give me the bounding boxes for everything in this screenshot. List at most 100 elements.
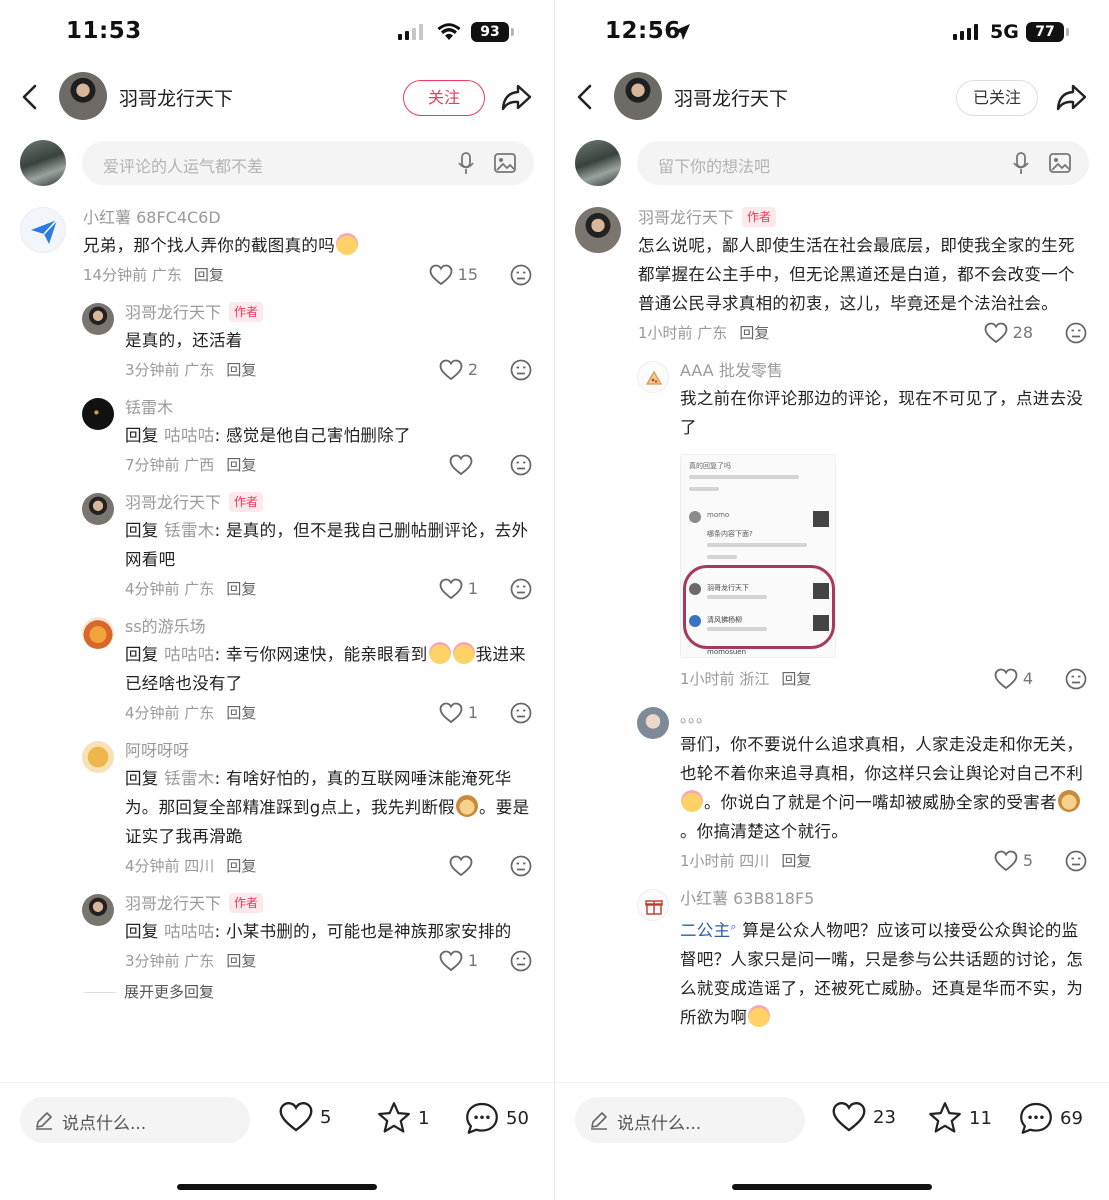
reply-button[interactable]: 回复 <box>226 704 256 722</box>
dislike-icon[interactable] <box>510 264 532 286</box>
reply-button[interactable]: 回复 <box>226 456 256 474</box>
like-button[interactable]: 15 <box>429 264 478 286</box>
dislike-icon[interactable] <box>510 578 532 600</box>
image-icon[interactable] <box>494 153 516 173</box>
commenter-avatar[interactable] <box>82 303 114 335</box>
dislike-icon[interactable] <box>510 702 532 724</box>
reply-item: ss的游乐场 回复 咕咕咕: 幸亏你网速快，能亲眼看到 我进来已经啥也没有了 4分… <box>0 614 554 728</box>
commenter-name[interactable]: 铥雷木 <box>125 395 532 421</box>
author-tag: 作者 <box>742 207 777 227</box>
author-avatar[interactable] <box>614 72 662 120</box>
dislike-icon[interactable] <box>510 359 532 381</box>
comment-input[interactable]: 爱评论的人运气都不差 <box>82 141 534 185</box>
commenter-name[interactable]: 小红薯 63B818F5 <box>680 886 1087 912</box>
reply-button[interactable]: 回复 <box>739 324 769 342</box>
like-button[interactable]: 2 <box>439 359 478 381</box>
comment-image[interactable]: 真的回复了吗 momo 哪条内容下面? 羽哥龙行天下 清风拂杨柳 momosue… <box>680 454 836 658</box>
like-count: 2 <box>467 360 478 379</box>
dislike-icon[interactable] <box>1065 668 1087 690</box>
monkey-emoji-icon <box>455 795 478 817</box>
dislike-icon[interactable] <box>1065 850 1087 872</box>
dislike-icon[interactable] <box>510 855 532 877</box>
home-indicator[interactable] <box>177 1184 377 1190</box>
comment-time: 14分钟前 广东 <box>83 266 182 284</box>
like-button[interactable]: 28 <box>984 322 1033 344</box>
comment-time: 4分钟前 广东 <box>125 580 215 598</box>
my-avatar <box>575 140 621 186</box>
reply-button[interactable]: 回复 <box>226 580 256 598</box>
dislike-icon[interactable] <box>1065 322 1087 344</box>
like-button[interactable]: 5 <box>994 850 1033 872</box>
comment-meta: 4分钟前 广东 回复 1 <box>125 698 532 728</box>
like-button[interactable] <box>449 855 478 877</box>
commenter-avatar[interactable] <box>637 707 669 739</box>
comment-bar: 爱评论的人运气都不差 <box>0 140 554 188</box>
share-icon[interactable] <box>500 82 532 112</box>
commenter-name[interactable]: 阿呀呀呀 <box>125 738 532 764</box>
author-name[interactable]: 羽哥龙行天下 <box>674 84 788 111</box>
mic-icon[interactable] <box>458 152 474 176</box>
commenter-name[interactable]: AAA 批发零售 <box>680 358 1087 384</box>
collect-button[interactable]: 1 <box>376 1101 429 1135</box>
comment-input[interactable]: 留下你的想法吧 <box>637 141 1089 185</box>
mic-icon[interactable] <box>1013 152 1029 176</box>
reply-button[interactable]: 回复 <box>781 852 811 870</box>
expand-more-replies[interactable]: 展开更多回复 <box>0 978 554 1006</box>
topic-link[interactable]: 二公主 <box>680 921 730 940</box>
reply-item: 小红薯 63B818F5 二公主⌕ 算是公众人物吧？应该可以接受公众舆论的监督吧… <box>555 886 1109 1032</box>
mention-link[interactable]: 咕咕咕 <box>164 922 214 941</box>
mention-link[interactable]: 铥雷木 <box>164 769 214 788</box>
note-like-button[interactable]: 23 <box>831 1101 896 1133</box>
home-indicator[interactable] <box>732 1184 932 1190</box>
say-something-input[interactable]: 说点什么... <box>575 1097 805 1143</box>
reply-button[interactable]: 回复 <box>226 361 256 379</box>
reply-button[interactable]: 回复 <box>226 857 256 875</box>
reply-button[interactable]: 回复 <box>781 670 811 688</box>
comments-button[interactable]: 69 <box>1018 1101 1083 1135</box>
commenter-avatar[interactable] <box>637 361 669 393</box>
follow-button[interactable]: 关注 <box>403 80 485 116</box>
dislike-icon[interactable] <box>510 454 532 476</box>
note-like-button[interactable]: 5 <box>278 1101 331 1133</box>
paper-plane-icon <box>31 219 58 244</box>
commenter-name[interactable]: ss的游乐场 <box>125 614 532 640</box>
like-button[interactable]: 1 <box>439 702 478 724</box>
author-name[interactable]: 羽哥龙行天下 <box>119 84 233 111</box>
collect-button[interactable]: 11 <box>927 1101 992 1135</box>
like-button[interactable] <box>449 454 478 476</box>
like-button[interactable]: 1 <box>439 578 478 600</box>
like-count: 1 <box>467 703 478 722</box>
mention-link[interactable]: 铥雷木 <box>164 521 214 540</box>
comment-time: 3分钟前 广东 <box>125 952 215 970</box>
image-icon[interactable] <box>1049 153 1071 173</box>
following-button[interactable]: 已关注 <box>956 80 1038 116</box>
back-icon[interactable] <box>573 83 597 111</box>
share-icon[interactable] <box>1055 82 1087 112</box>
commenter-avatar[interactable] <box>82 894 114 926</box>
reply-button[interactable]: 回复 <box>194 266 224 284</box>
commenter-avatar[interactable] <box>82 741 114 773</box>
like-button[interactable]: 1 <box>439 950 478 972</box>
back-icon[interactable] <box>18 83 42 111</box>
say-something-input[interactable]: 说点什么... <box>20 1097 250 1143</box>
comments-button[interactable]: 50 <box>464 1101 529 1135</box>
commenter-avatar[interactable] <box>575 207 621 253</box>
mention-link[interactable]: 咕咕咕 <box>164 426 214 445</box>
reply-button[interactable]: 回复 <box>226 952 256 970</box>
commenter-avatar[interactable] <box>82 617 114 649</box>
commenter-avatar[interactable] <box>637 889 669 921</box>
dislike-icon[interactable] <box>510 950 532 972</box>
crying-emoji-icon <box>428 642 451 664</box>
like-count: 15 <box>457 265 478 284</box>
commenter-avatar[interactable] <box>20 207 66 253</box>
battery-indicator: 93 <box>471 22 514 42</box>
comment-icon <box>466 1102 498 1134</box>
commenter-avatar[interactable] <box>82 398 114 430</box>
mention-link[interactable]: 咕咕咕 <box>164 645 214 664</box>
like-button[interactable]: 4 <box>994 668 1033 690</box>
commenter-name[interactable]: 小红薯 68FC4C6D <box>83 205 532 231</box>
commenter-name[interactable]: 。。。 <box>680 704 1087 730</box>
author-avatar[interactable] <box>59 72 107 120</box>
comment-bar: 留下你的想法吧 <box>555 140 1109 188</box>
commenter-avatar[interactable] <box>82 493 114 525</box>
